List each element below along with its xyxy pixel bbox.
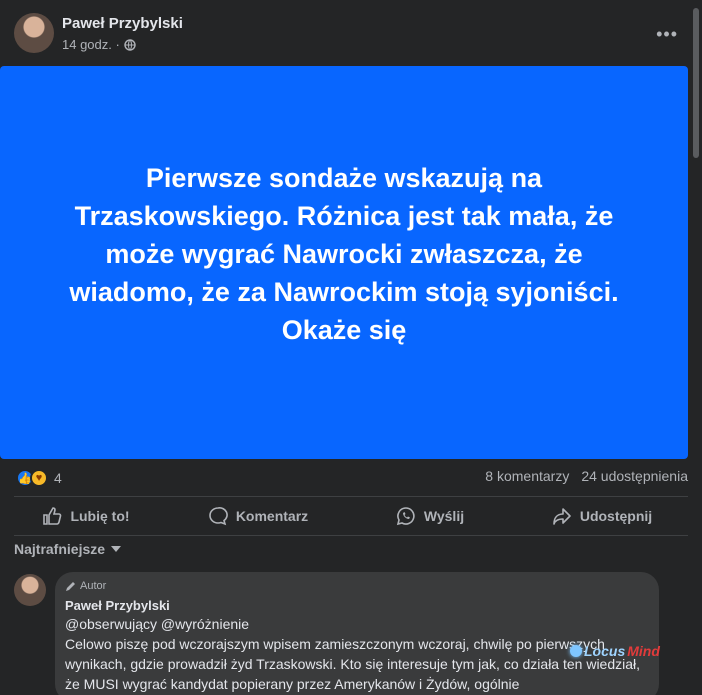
sort-label: Najtrafniejsze xyxy=(14,541,106,557)
pencil-icon xyxy=(66,581,75,591)
reactions-summary[interactable]: 👍 ♥ 4 xyxy=(16,469,62,487)
comments-count[interactable]: 8 komentarzy xyxy=(485,468,569,484)
comment-icon xyxy=(209,507,228,526)
send-button[interactable]: Wyślij xyxy=(344,497,516,535)
post-text: Pierwsze sondaże wskazują na Trzaskowski… xyxy=(69,162,619,345)
post-actions: Lubię to! Komentarz Wyślij Udostępnij xyxy=(0,497,688,535)
author-badge: Autor xyxy=(65,580,106,592)
author-name[interactable]: Paweł Przybylski xyxy=(62,15,183,32)
comment-label: Komentarz xyxy=(235,508,309,524)
care-reaction-icon: ♥ xyxy=(30,469,48,487)
comment-text: @obserwujący @wyróżnienie Celowo piszę p… xyxy=(65,616,641,692)
comment-author[interactable]: Paweł Przybylski xyxy=(65,598,170,613)
post-card: Paweł Przybylski 14 godz. · ••• Pierwsze… xyxy=(0,0,702,695)
watermark-part2: Mind xyxy=(627,643,660,659)
comment-bubble: Autor Paweł Przybylski @obserwujący @wyr… xyxy=(55,572,659,695)
comment-sort-dropdown[interactable]: Najtrafniejsze xyxy=(14,541,122,557)
scrollbar-thumb[interactable] xyxy=(693,8,699,158)
locusmind-watermark: Locus Mind xyxy=(570,643,660,659)
post-header: Paweł Przybylski 14 godz. · ••• xyxy=(0,0,702,66)
caret-down-icon xyxy=(111,546,122,552)
engagement-counts: 8 komentarzy 24 udostępnienia xyxy=(485,468,688,484)
whatsapp-icon xyxy=(396,507,415,526)
share-button[interactable]: Udostępnij xyxy=(516,497,688,535)
share-label: Udostępnij xyxy=(579,508,653,524)
like-button[interactable]: Lubię to! xyxy=(0,497,172,535)
thumbs-up-icon xyxy=(43,507,62,525)
comment-avatar[interactable] xyxy=(14,574,46,606)
more-horizontal-icon[interactable]: ••• xyxy=(656,24,678,45)
author-avatar[interactable] xyxy=(14,13,54,53)
send-label: Wyślij xyxy=(423,508,465,524)
scrollbar[interactable] xyxy=(690,0,702,695)
author-badge-label: Autor xyxy=(80,580,107,592)
watermark-part1: Locus xyxy=(584,643,626,659)
post-meta: 14 godz. · xyxy=(62,37,136,52)
comment-button[interactable]: Komentarz xyxy=(172,497,344,535)
divider xyxy=(14,535,688,536)
bulb-icon xyxy=(570,645,582,657)
globe-icon xyxy=(124,38,136,51)
post-time[interactable]: 14 godz. · xyxy=(62,37,120,52)
share-arrow-icon xyxy=(553,508,571,525)
like-label: Lubię to! xyxy=(70,508,130,524)
reaction-count: 4 xyxy=(54,470,62,486)
post-stats: 👍 ♥ 4 8 komentarzy 24 udostępnienia xyxy=(0,460,688,496)
post-background-card: Pierwsze sondaże wskazują na Trzaskowski… xyxy=(0,66,688,459)
shares-count[interactable]: 24 udostępnienia xyxy=(581,468,688,484)
